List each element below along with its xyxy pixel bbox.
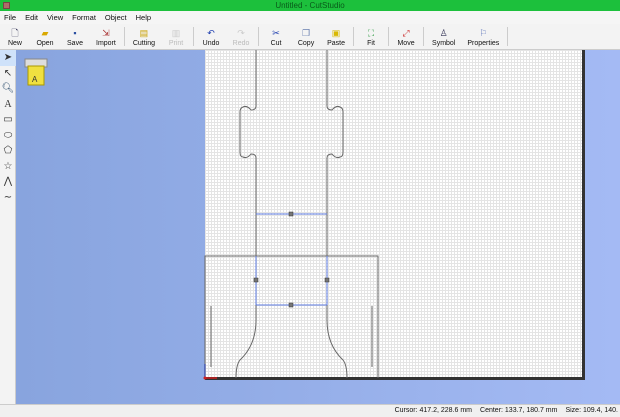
cursor-position: Cursor: 417.2, 228.6 mm	[394, 407, 473, 414]
selection-handle	[288, 302, 294, 308]
selection-size: Size: 109.4, 140.	[565, 407, 618, 414]
slot-line	[210, 306, 373, 367]
selection-handle	[288, 211, 294, 217]
part-outline	[326, 50, 348, 379]
status-bar: Cursor: 417.2, 228.6 mm Center: 133.7, 1…	[0, 404, 620, 417]
base-outline	[204, 255, 379, 378]
design-drawing[interactable]	[0, 0, 620, 417]
selection-handle	[324, 277, 330, 283]
part-outline	[235, 50, 257, 379]
origin-point-icon	[203, 376, 207, 380]
center-position: Center: 133.7, 180.7 mm	[480, 407, 558, 414]
selection-line	[255, 213, 328, 306]
selection-handle	[253, 277, 259, 283]
